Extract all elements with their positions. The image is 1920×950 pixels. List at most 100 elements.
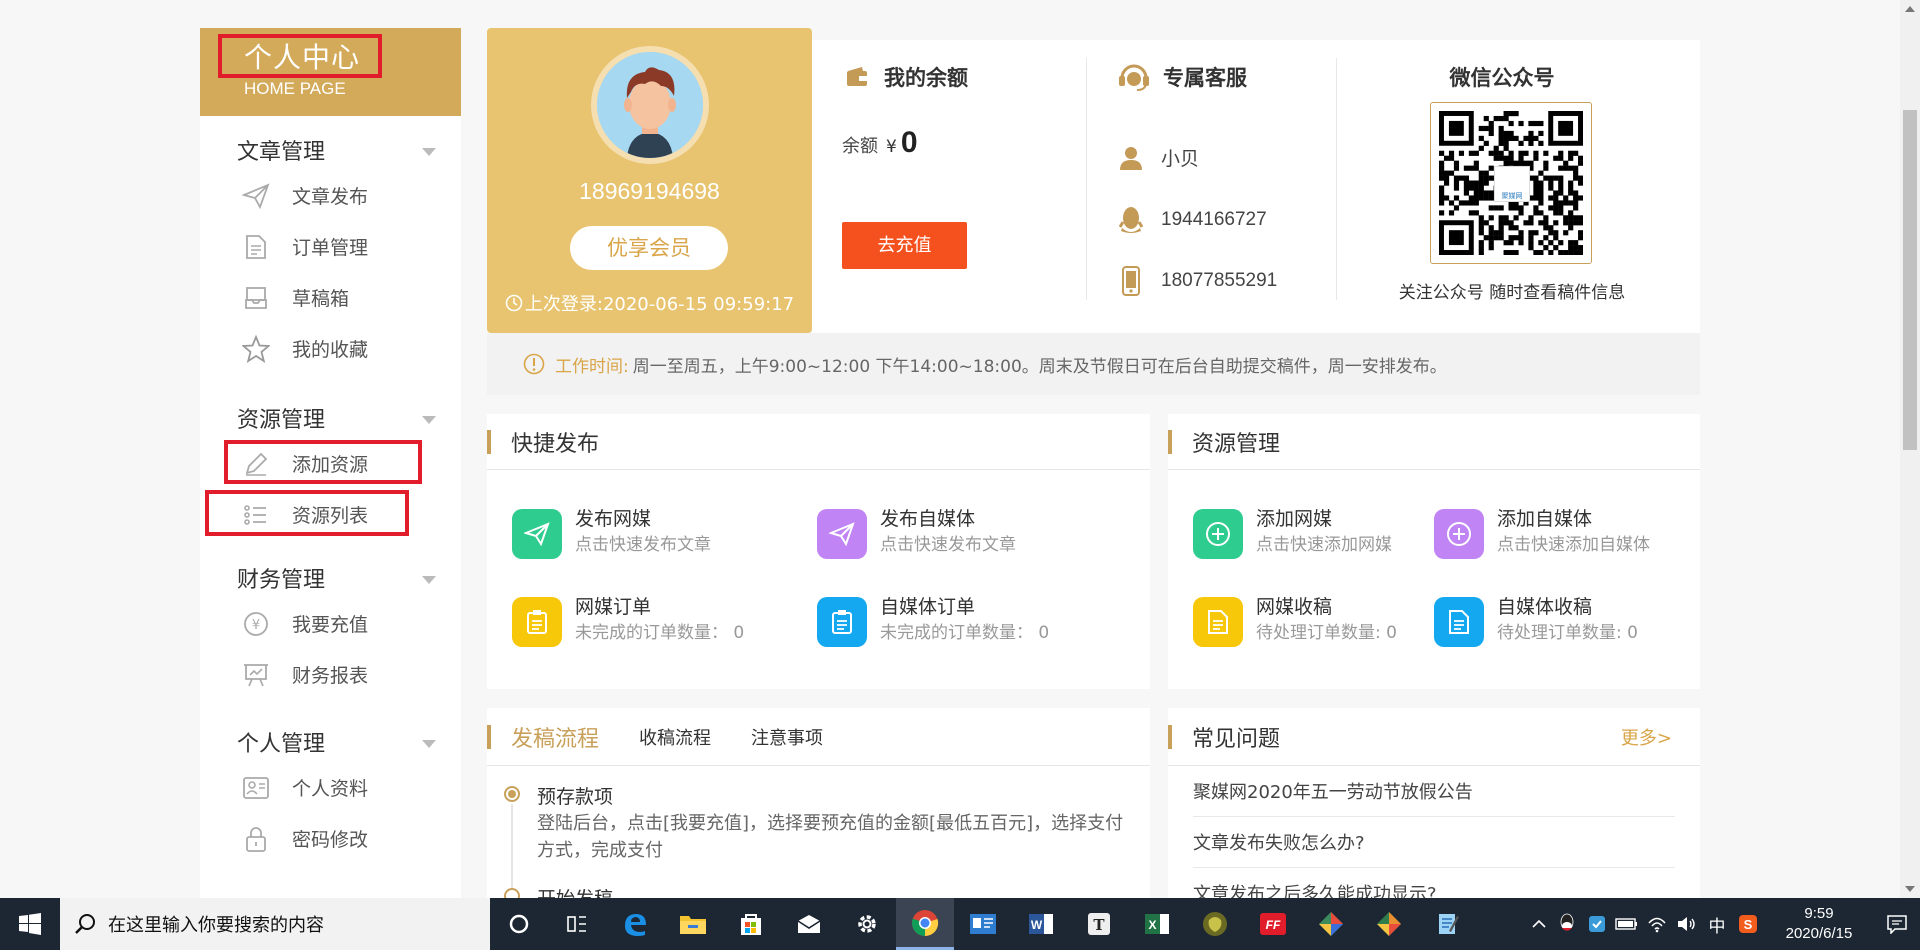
sidebar-item-label: 订单管理 [292, 237, 369, 259]
chrome-icon[interactable] [896, 898, 954, 950]
add-self-media[interactable]: 添加自媒体 点击快速添加自媒体 [1434, 506, 1650, 559]
send-icon [817, 509, 867, 559]
sidebar-item-drafts[interactable]: 草稿箱 [200, 272, 461, 323]
battery-icon[interactable] [1612, 917, 1642, 931]
more-link[interactable]: 更多> [1621, 724, 1672, 750]
self-media-submissions[interactable]: 自媒体收稿 待处理订单数量: 0 [1434, 594, 1638, 647]
contacts-card-icon[interactable] [954, 898, 1012, 950]
page: 个人中心 HOME PAGE 文章管理 文章发布 订单管理 草稿箱 我的收藏 资… [0, 0, 1920, 898]
sidebar-item-recharge[interactable]: ¥ 我要充值 [200, 598, 461, 649]
tab-publish-process[interactable]: 发稿流程 [511, 721, 599, 753]
sidebar-item-add-resource[interactable]: 添加资源 [200, 438, 461, 489]
service-phone[interactable]: 18077855291 [1117, 266, 1277, 296]
notepad-icon[interactable] [1418, 898, 1476, 950]
sidebar: 个人中心 HOME PAGE 文章管理 文章发布 订单管理 草稿箱 我的收藏 资… [200, 28, 461, 898]
faq-item[interactable]: 聚媒网2020年五一劳动节放假公告 [1193, 766, 1675, 817]
sidebar-group-finance[interactable]: 财务管理 [200, 540, 461, 594]
sidebar-item-order-management[interactable]: 订单管理 [200, 221, 461, 272]
publish-web-media[interactable]: 发布网媒 点击快速发布文章 [512, 506, 711, 559]
account-info: 我的余额 余额 ¥ 0 去充值 专属客服 小贝 1944166727 18077… [812, 40, 1700, 333]
sidebar-header[interactable]: 个人中心 HOME PAGE [200, 28, 461, 116]
svg-text:T: T [1093, 916, 1105, 934]
panel-header: 资源管理 [1168, 414, 1700, 470]
sidebar-item-financial-report[interactable]: 财务报表 [200, 649, 461, 700]
taskbar-search-input[interactable]: 在这里输入你要搜索的内容 [60, 898, 490, 950]
store-icon[interactable] [722, 898, 780, 950]
group-label: 文章管理 [237, 140, 326, 165]
add-web-media[interactable]: 添加网媒 点击快速添加网媒 [1193, 506, 1392, 559]
scrollbar-thumb[interactable] [1903, 110, 1917, 450]
taskbar-clock[interactable]: 9:59 2020/6/15 [1764, 904, 1874, 944]
membership-badge[interactable]: 优享会员 [570, 226, 728, 270]
recharge-button[interactable]: 去充值 [842, 222, 967, 269]
lock-icon [242, 825, 270, 853]
service-qq[interactable]: 1944166727 [1117, 206, 1267, 234]
edge-icon[interactable] [606, 898, 664, 950]
sidebar-item-label: 我的收藏 [292, 339, 369, 361]
caret-down-icon [422, 740, 436, 748]
wifi-icon[interactable] [1642, 915, 1672, 933]
app-diamond-icon-2[interactable] [1360, 898, 1418, 950]
panel-header: 快捷发布 [487, 414, 1150, 470]
page-scrollbar[interactable] [1900, 0, 1920, 898]
chevron-up-icon[interactable] [1526, 919, 1552, 929]
sidebar-item-favorites[interactable]: 我的收藏 [200, 323, 461, 374]
send-icon [512, 509, 562, 559]
file-explorer-icon[interactable] [664, 898, 722, 950]
highlight-box-add-resource [224, 440, 422, 484]
step-dot [504, 888, 520, 898]
volume-icon[interactable] [1672, 915, 1702, 933]
self-media-orders[interactable]: 自媒体订单 未完成的订单数量： 0 [817, 594, 1049, 647]
search-icon [75, 914, 95, 934]
avatar[interactable] [591, 46, 709, 164]
mail-icon[interactable] [780, 898, 838, 950]
sidebar-group-personal[interactable]: 个人管理 [200, 700, 461, 758]
wechat-qr-code[interactable]: 聚媒网 [1430, 102, 1592, 264]
notice-text: 周一至周五，上午9:00~12:00 下午14:00~18:00。周末及节假日可… [632, 356, 1447, 377]
game-icon[interactable] [1186, 898, 1244, 950]
sidebar-group-articles[interactable]: 文章管理 [200, 116, 461, 166]
publish-self-media[interactable]: 发布自媒体 点击快速发布文章 [817, 506, 1016, 559]
system-tray: 中 S 9:59 2020/6/15 [1526, 898, 1920, 950]
tab-notes[interactable]: 注意事项 [751, 724, 823, 750]
headset-icon [1119, 64, 1149, 91]
scroll-up-icon[interactable] [1905, 6, 1915, 12]
sidebar-item-publish-article[interactable]: 文章发布 [200, 170, 461, 221]
cortana-icon[interactable] [490, 898, 548, 950]
ime-indicator[interactable]: 中 [1702, 912, 1732, 937]
star-icon [242, 334, 270, 363]
app-diamond-icon[interactable] [1302, 898, 1360, 950]
clock-time: 9:59 [1804, 905, 1834, 922]
security-tray-icon[interactable] [1582, 914, 1612, 934]
customer-service-section: 专属客服 小贝 1944166727 18077855291 [1087, 40, 1337, 333]
wechat-caption: 关注公众号 随时查看稿件信息 [1398, 283, 1626, 303]
sidebar-item-change-password[interactable]: 密码修改 [200, 813, 461, 864]
windows-start-icon[interactable] [0, 898, 60, 950]
settings-icon[interactable] [838, 898, 896, 950]
web-media-submissions[interactable]: 网媒收稿 待处理订单数量: 0 [1193, 594, 1397, 647]
caret-down-icon [422, 416, 436, 424]
excel-icon[interactable]: X [1128, 898, 1186, 950]
task-view-icon[interactable] [548, 898, 606, 950]
windows-taskbar: 在这里输入你要搜索的内容 W T X FF 中 S 9:59 2020/6/15 [0, 898, 1920, 950]
scroll-down-icon[interactable] [1905, 886, 1915, 892]
notification-icon[interactable] [1874, 914, 1920, 934]
qq-tray-icon[interactable] [1552, 913, 1582, 935]
sogou-ime-icon[interactable]: S [1732, 914, 1764, 934]
avatar-illustration [597, 52, 703, 158]
faq-item[interactable]: 文章发布之后多久能成功显示? [1193, 868, 1675, 898]
inbox-icon [242, 284, 270, 312]
flashfxp-icon[interactable]: FF [1244, 898, 1302, 950]
yen-icon: ¥ [242, 610, 270, 638]
sidebar-item-resource-list[interactable]: 资源列表 [200, 489, 461, 540]
typora-icon[interactable]: T [1070, 898, 1128, 950]
tab-receive-process[interactable]: 收稿流程 [639, 724, 711, 750]
word-icon[interactable]: W [1012, 898, 1070, 950]
web-media-orders[interactable]: 网媒订单 未完成的订单数量： 0 [512, 594, 744, 647]
sidebar-group-resources[interactable]: 资源管理 [200, 374, 461, 434]
svg-text:FF: FF [1266, 918, 1281, 932]
sidebar-item-profile[interactable]: 个人资料 [200, 762, 461, 813]
step-dot [504, 786, 520, 802]
svg-text:W: W [1031, 918, 1043, 932]
faq-item[interactable]: 文章发布失败怎么办? [1193, 817, 1675, 868]
